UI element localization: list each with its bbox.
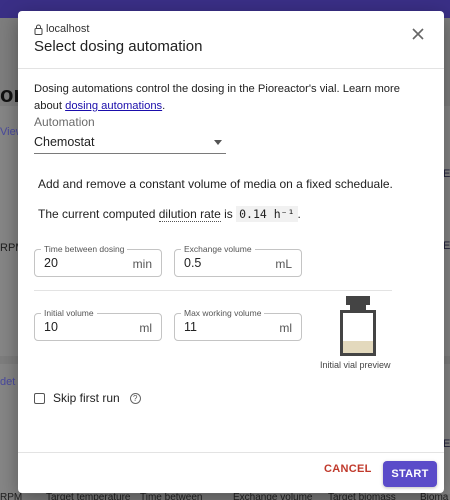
cancel-button[interactable]: CANCEL [324,463,372,475]
rate-prefix: The current computed [38,207,159,221]
dosing-automations-link[interactable]: dosing automations [65,100,162,112]
background-right-text: E [443,240,450,252]
host-label: localhost [46,23,90,35]
close-icon[interactable] [410,26,426,42]
field-unit: ml [279,321,292,335]
time-between-dosing-input[interactable] [44,256,114,270]
background-table-header: RPM Target temperature Time between Exch… [0,492,450,500]
field-label: Max working volume [181,308,265,318]
initial-volume-field[interactable]: Initial volume ml [34,308,162,341]
vial-media-fill [343,341,373,353]
automation-selected-value: Chemostat [34,135,95,149]
vial-preview-caption: Initial vial preview [320,360,391,370]
skip-first-run-option[interactable]: Skip first run ? [34,391,141,405]
exchange-volume-input[interactable] [184,256,254,270]
exchange-volume-field[interactable]: Exchange volume mL [174,244,302,277]
skip-first-run-checkbox[interactable] [34,392,45,404]
intro-end: . [162,100,166,112]
table-column-header: Bioma [420,492,449,500]
table-column-header: Exchange volume [233,492,313,500]
dilution-rate-text: The current computed dilution rate is 0.… [38,206,301,222]
skip-first-run-label: Skip first run [53,391,120,405]
field-label: Time between dosing [41,244,128,254]
field-unit: min [132,257,152,271]
background-right-text: E [443,438,450,450]
table-column-header: Time between [140,492,203,500]
dilution-rate-term[interactable]: dilution rate [158,207,221,222]
dilution-rate-value: 0.14 h⁻¹ [236,206,298,222]
max-working-volume-input[interactable] [184,320,254,334]
divider [18,68,444,69]
start-button[interactable]: START [383,461,437,487]
rate-end: . [297,207,301,221]
table-column-header: Target temperature [46,492,131,500]
max-working-volume-field[interactable]: Max working volume ml [174,308,302,341]
field-unit: mL [275,257,292,271]
rate-is: is [220,207,237,221]
table-column-header: Target biomass [328,492,396,500]
help-circle-icon[interactable]: ? [129,392,141,404]
intro-text: Dosing automations control the dosing in… [34,81,426,115]
field-label: Exchange volume [181,244,255,254]
chevron-down-icon [214,140,222,145]
dialog-host: localhost [34,23,89,35]
table-column-header: RPM [0,492,23,500]
automation-label: Automation [34,115,95,129]
divider [34,290,392,291]
vial-icon [340,296,376,356]
automation-description: Add and remove a constant volume of medi… [38,177,393,191]
background-details-link: det [0,376,16,388]
field-label: Initial volume [41,308,97,318]
background-right-text: E [443,168,450,180]
time-between-dosing-field[interactable]: Time between dosing min [34,244,162,277]
field-unit: ml [139,321,152,335]
lock-icon [34,24,43,35]
automation-select[interactable]: Chemostat [34,132,226,154]
dosing-automation-dialog: localhost Select dosing automation Dosin… [18,11,444,493]
divider [18,452,444,453]
initial-volume-input[interactable] [44,320,114,334]
dialog-title: Select dosing automation [34,38,203,55]
